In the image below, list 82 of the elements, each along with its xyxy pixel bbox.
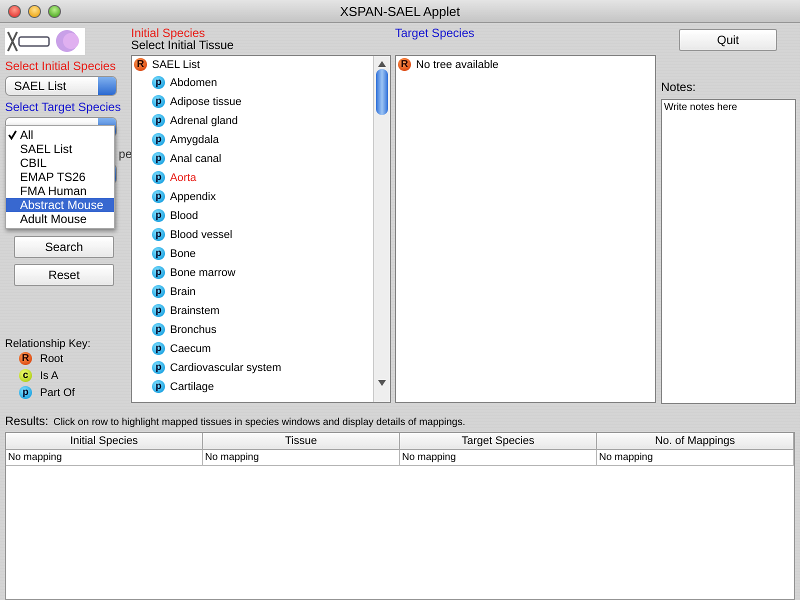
zoom-button[interactable] xyxy=(48,4,61,18)
scroll-thumb[interactable] xyxy=(376,69,388,115)
key-label: Is A xyxy=(40,370,58,382)
key-label: Root xyxy=(40,352,64,364)
minimize-button[interactable] xyxy=(28,4,41,18)
menu-item[interactable]: FMA Human xyxy=(6,184,114,198)
column-header[interactable]: Tissue xyxy=(203,433,400,450)
part-of-icon: p xyxy=(152,323,165,336)
notes-label: Notes: xyxy=(661,80,696,94)
tree-item[interactable]: Bronchus xyxy=(170,324,216,336)
column-header[interactable]: Target Species xyxy=(400,433,597,450)
menu-item[interactable]: Adult Mouse xyxy=(6,212,114,226)
tree-item[interactable]: No tree available xyxy=(416,58,499,70)
tree-item[interactable]: Brain xyxy=(170,286,196,298)
root-icon: R xyxy=(398,58,411,71)
scrollbar[interactable] xyxy=(373,56,390,402)
results-label: Results: xyxy=(5,414,48,428)
tree-item[interactable]: Aorta xyxy=(170,172,196,184)
part-of-icon: p xyxy=(152,247,165,260)
tree-item[interactable]: Abdomen xyxy=(170,76,218,88)
part-of-icon: p xyxy=(152,342,165,355)
tree-item[interactable]: Adrenal gland xyxy=(170,114,238,126)
scroll-down-icon[interactable] xyxy=(378,380,386,386)
menu-item[interactable]: All xyxy=(6,128,114,142)
part-of-icon: p xyxy=(152,95,165,108)
part-of-icon: p xyxy=(152,304,165,317)
tree-item[interactable]: Cartilage xyxy=(170,380,214,392)
tree-item[interactable]: Cardiovascular system xyxy=(170,362,282,374)
menu-item[interactable]: CBIL xyxy=(6,156,114,170)
part-of-icon: p xyxy=(152,190,165,203)
key-title: Relationship Key: xyxy=(5,338,92,350)
column-header[interactable]: No. of Mappings xyxy=(597,433,794,450)
tree-item[interactable]: Blood vessel xyxy=(170,228,232,240)
stepper-icon xyxy=(98,77,116,95)
part-of-icon: p xyxy=(19,386,32,399)
part-of-icon: p xyxy=(152,361,165,374)
tree-item[interactable]: Caecum xyxy=(170,342,211,354)
table-cell: No mapping xyxy=(597,450,794,466)
root-icon: R xyxy=(19,352,32,365)
part-of-icon: p xyxy=(152,114,165,127)
part-of-icon: p xyxy=(152,171,165,184)
is-a-icon: c xyxy=(19,369,32,382)
menu-item[interactable]: EMAP TS26 xyxy=(6,170,114,184)
part-of-icon: p xyxy=(152,380,165,393)
results-hint: Click on row to highlight mapped tissues in species windows and display details of mappings. xyxy=(53,417,466,428)
field-label: Select Target Species xyxy=(5,100,122,114)
tree-item[interactable]: Brainstem xyxy=(170,304,220,316)
panel-subtitle: Select Initial Tissue xyxy=(131,39,235,51)
notes-field[interactable]: Write notes here xyxy=(661,98,796,404)
quit-button[interactable]: Quit xyxy=(679,29,777,51)
window-title: XSPAN-SAEL Applet xyxy=(340,4,460,18)
panel-title: Target Species xyxy=(395,27,476,42)
part-of-icon: p xyxy=(152,228,165,241)
species-dropdown[interactable]: SAEL List xyxy=(5,76,117,96)
part-of-icon: p xyxy=(152,76,165,89)
reset-button[interactable]: Reset xyxy=(14,264,114,286)
field-label: Select Initial Species xyxy=(5,59,117,73)
key-label: Part Of xyxy=(40,386,75,398)
root-icon: R xyxy=(134,58,147,71)
tree-item[interactable]: Anal canal xyxy=(170,152,222,164)
table-cell: No mapping xyxy=(400,450,597,466)
table-cell: No mapping xyxy=(203,450,400,466)
menu-item[interactable]: Abstract Mouse xyxy=(6,198,114,212)
tree-item[interactable]: Appendix xyxy=(170,190,216,202)
part-of-icon: p xyxy=(152,133,165,146)
search-button[interactable]: Search xyxy=(14,236,114,258)
tree-item[interactable]: SAEL List xyxy=(152,58,200,70)
menu-item[interactable]: SAEL List xyxy=(6,142,114,156)
tree-item[interactable]: Bone xyxy=(170,248,196,260)
part-of-icon: p xyxy=(152,266,165,279)
column-header[interactable]: Initial Species xyxy=(6,433,203,450)
tree-item[interactable]: Blood xyxy=(170,210,198,222)
panel-title: Initial Species xyxy=(131,27,206,39)
table-cell: No mapping xyxy=(6,450,203,466)
field-label: pe xyxy=(118,147,132,161)
tree-item[interactable]: Adipose tissue xyxy=(170,96,242,108)
part-of-icon: p xyxy=(152,285,165,298)
part-of-icon: p xyxy=(152,209,165,222)
part-of-icon: p xyxy=(152,152,165,165)
close-button[interactable] xyxy=(8,4,21,18)
tree-item[interactable]: Bone marrow xyxy=(170,266,236,278)
tree-item[interactable]: Amygdala xyxy=(170,134,219,146)
